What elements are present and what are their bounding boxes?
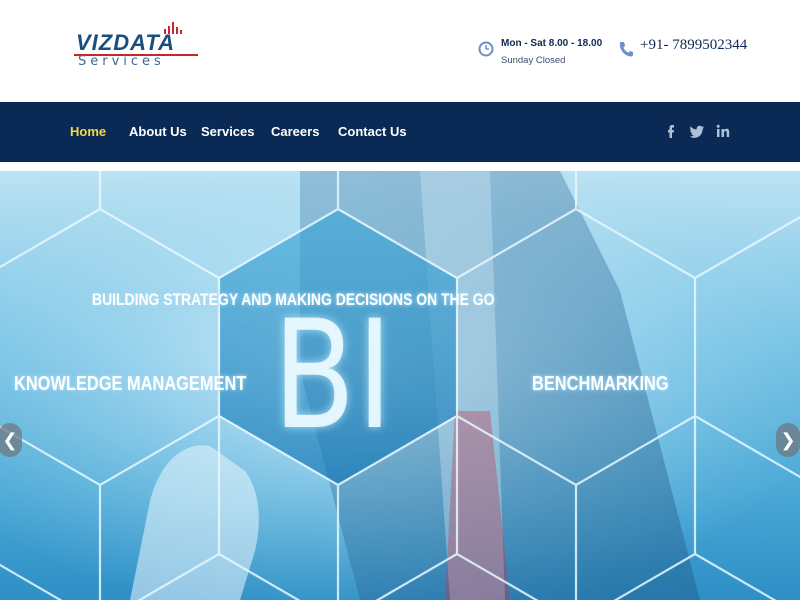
vizdata-logo[interactable]: VIZDATA Services bbox=[74, 20, 200, 70]
site-header: VIZDATA Services Mon - Sat 8.00 - 18.00 … bbox=[0, 0, 800, 102]
nav-item-careers[interactable]: Careers bbox=[271, 124, 319, 139]
hero-knowledge-text: KNOWLEDGE MANAGEMENT bbox=[14, 373, 247, 395]
clock-icon bbox=[478, 41, 494, 57]
nav-item-services[interactable]: Services bbox=[201, 124, 255, 139]
nav-spacer bbox=[0, 162, 800, 171]
nav-item-contact-us[interactable]: Contact Us bbox=[338, 124, 407, 139]
hero-bi-text: BI bbox=[273, 289, 394, 463]
phone-icon bbox=[619, 42, 633, 57]
nav-item-about-us[interactable]: About Us bbox=[129, 124, 187, 139]
nav-item-home[interactable]: Home bbox=[70, 124, 106, 139]
phone-number[interactable]: +91- 7899502344 bbox=[640, 37, 747, 54]
twitter-icon[interactable] bbox=[688, 122, 706, 140]
facebook-icon[interactable] bbox=[662, 122, 680, 140]
hero-benchmarking-text: BENCHMARKING bbox=[532, 373, 669, 395]
logo-title: VIZDATA bbox=[76, 30, 176, 55]
hero-slider[interactable]: BUILDING STRATEGY AND MAKING DECISIONS O… bbox=[0, 171, 800, 600]
linkedin-icon[interactable] bbox=[714, 122, 732, 140]
main-navigation: Home About Us Services Careers Contact U… bbox=[0, 102, 800, 162]
business-hours: Mon - Sat 8.00 - 18.00 bbox=[501, 38, 603, 49]
slider-prev-button[interactable]: ❮ bbox=[0, 423, 22, 457]
logo-subtitle: Services bbox=[78, 54, 165, 69]
closed-day: Sunday Closed bbox=[501, 55, 566, 66]
slider-next-button[interactable]: ❯ bbox=[776, 423, 800, 457]
